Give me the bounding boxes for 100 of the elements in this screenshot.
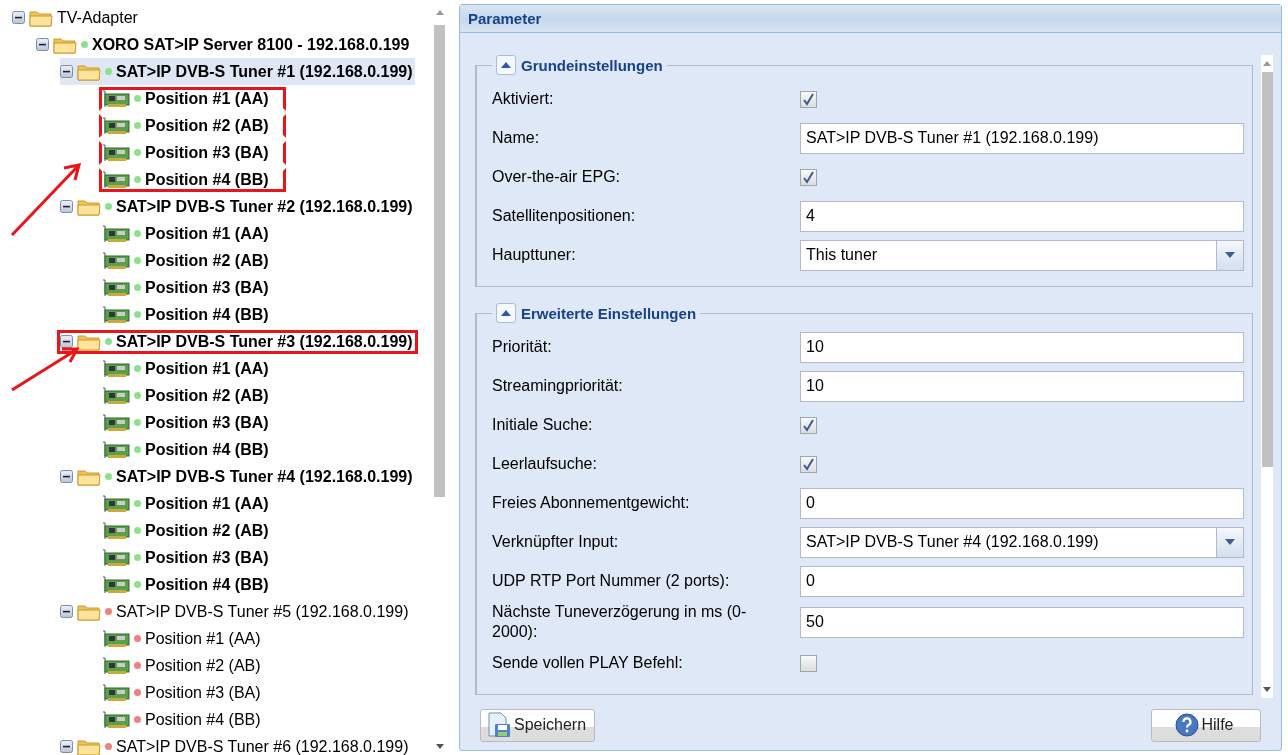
- tree-item[interactable]: Position #3 (BA): [145, 143, 269, 162]
- card-icon: [102, 89, 130, 108]
- field-label: Haupttuner:: [492, 245, 577, 265]
- field-label: Leerlaufsuche:: [492, 454, 598, 474]
- card-icon: [102, 548, 130, 567]
- tree-item[interactable]: TV-Adapter: [57, 8, 138, 27]
- card-icon: [102, 656, 130, 675]
- group-title: Erweiterte Einstellungen: [521, 304, 697, 322]
- checkbox[interactable]: [800, 455, 817, 473]
- checkbox[interactable]: [800, 654, 817, 672]
- dropdown[interactable]: SAT>IP DVB-S Tuner #4 (192.168.0.199): [800, 526, 1244, 558]
- collapse-button[interactable]: [496, 303, 516, 323]
- card-icon: [102, 251, 130, 270]
- toolbar-button[interactable]: Hilfe: [1151, 708, 1261, 742]
- tree-item[interactable]: Position #3 (BA): [145, 683, 261, 702]
- tree-item[interactable]: Position #2 (AB): [145, 116, 269, 135]
- folder-icon: [77, 602, 101, 621]
- dropdown[interactable]: This tuner: [800, 239, 1244, 271]
- text-field[interactable]: 50: [800, 606, 1244, 638]
- folder-icon: [77, 737, 101, 755]
- tree-item[interactable]: Position #4 (BB): [145, 710, 261, 729]
- field-label: Freies Abonnementgewicht:: [492, 493, 691, 513]
- card-icon: [102, 143, 130, 162]
- tree-item[interactable]: XORO SAT>IP Server 8100 - 192.168.0.199: [92, 35, 410, 54]
- card-icon: [102, 386, 130, 405]
- scrollbar[interactable]: [1261, 55, 1273, 698]
- card-icon: [102, 224, 130, 243]
- card-icon: [102, 305, 130, 324]
- field-label: Verknüpfter Input:: [492, 532, 620, 552]
- field-label: Satellitenpositionen:: [492, 206, 637, 226]
- tree-item[interactable]: SAT>IP DVB-S Tuner #4 (192.168.0.199): [116, 467, 413, 486]
- card-icon: [102, 359, 130, 378]
- collapse-toggle[interactable]: [60, 740, 73, 753]
- tree-item[interactable]: SAT>IP DVB-S Tuner #6 (192.168.0.199): [116, 737, 409, 755]
- text-field[interactable]: 0: [800, 487, 1244, 519]
- group-title: Grundeinstellungen: [521, 56, 663, 74]
- text-field[interactable]: 10: [800, 370, 1244, 402]
- field-label: Nächste Tuneverzögerung in ms (0-2000):: [492, 602, 748, 642]
- card-icon: [102, 170, 130, 189]
- card-icon: [102, 278, 130, 297]
- collapse-toggle[interactable]: [60, 605, 73, 618]
- folder-icon: [77, 197, 101, 216]
- collapse-toggle[interactable]: [60, 335, 73, 348]
- field-label: Name:: [492, 128, 541, 148]
- field-label: UDP RTP Port Nummer (2 ports):: [492, 571, 731, 591]
- save-icon: [486, 712, 512, 738]
- panel-title: Parameter: [468, 10, 542, 27]
- tree-item[interactable]: Position #1 (AA): [145, 89, 269, 108]
- caret-icon: [1216, 240, 1243, 270]
- folder-icon: [29, 8, 53, 27]
- collapse-toggle[interactable]: [36, 38, 49, 51]
- card-icon: [102, 710, 130, 729]
- tree-item[interactable]: Position #2 (AB): [145, 386, 269, 405]
- selected-row[interactable]: SAT>IP DVB-S Tuner #1 (192.168.0.199): [60, 58, 415, 85]
- caret-icon: [501, 62, 511, 68]
- text-field[interactable]: SAT>IP DVB-S Tuner #1 (192.168.0.199): [800, 122, 1244, 154]
- caret-icon: [1216, 527, 1243, 557]
- tree-item[interactable]: Position #1 (AA): [145, 629, 261, 648]
- tree-item[interactable]: Position #3 (BA): [145, 413, 269, 432]
- tree-item[interactable]: Position #3 (BA): [145, 548, 269, 567]
- tree-item[interactable]: Position #2 (AB): [145, 521, 269, 540]
- tree-item[interactable]: Position #4 (BB): [145, 170, 269, 189]
- tree-item[interactable]: SAT>IP DVB-S Tuner #3 (192.168.0.199): [116, 332, 413, 351]
- tree-item[interactable]: Position #4 (BB): [145, 575, 269, 594]
- folder-icon: [53, 35, 77, 54]
- collapse-toggle[interactable]: [60, 65, 73, 78]
- field-label: Sende vollen PLAY Befehl:: [492, 653, 684, 673]
- card-icon: [102, 440, 130, 459]
- folder-icon: [77, 467, 101, 486]
- caret-icon: [501, 310, 511, 316]
- text-field[interactable]: 4: [800, 200, 1244, 232]
- tree-item[interactable]: Position #1 (AA): [145, 359, 269, 378]
- tree-item[interactable]: SAT>IP DVB-S Tuner #2 (192.168.0.199): [116, 197, 413, 216]
- field-label: Initiale Suche:: [492, 415, 594, 435]
- tree-item[interactable]: Position #2 (AB): [145, 656, 261, 675]
- tree-item[interactable]: SAT>IP DVB-S Tuner #5 (192.168.0.199): [116, 602, 409, 621]
- collapse-toggle[interactable]: [60, 470, 73, 483]
- field-label: Priorität:: [492, 337, 553, 357]
- field-label: Over-the-air EPG:: [492, 167, 622, 187]
- text-field[interactable]: 0: [800, 565, 1244, 597]
- tree-item[interactable]: Position #4 (BB): [145, 440, 269, 459]
- collapse-button[interactable]: [496, 55, 516, 75]
- text-field[interactable]: 10: [800, 331, 1244, 363]
- toolbar-button[interactable]: Speichern: [480, 708, 596, 742]
- checkbox[interactable]: [800, 416, 817, 434]
- tree-item[interactable]: Position #3 (BA): [145, 278, 269, 297]
- help-icon: [1175, 713, 1200, 737]
- checkbox[interactable]: [800, 168, 817, 186]
- tree-item[interactable]: Position #1 (AA): [145, 224, 269, 243]
- tree-item[interactable]: Position #4 (BB): [145, 305, 269, 324]
- collapse-toggle[interactable]: [12, 11, 25, 24]
- tree-item[interactable]: Position #2 (AB): [145, 251, 269, 270]
- folder-icon: [77, 62, 101, 81]
- tree-item[interactable]: SAT>IP DVB-S Tuner #1 (192.168.0.199): [116, 62, 413, 81]
- collapse-toggle[interactable]: [60, 200, 73, 213]
- field-label: Streamingpriorität:: [492, 376, 624, 396]
- card-icon: [102, 575, 130, 594]
- card-icon: [102, 683, 130, 702]
- tree-item[interactable]: Position #1 (AA): [145, 494, 269, 513]
- checkbox[interactable]: [800, 90, 817, 108]
